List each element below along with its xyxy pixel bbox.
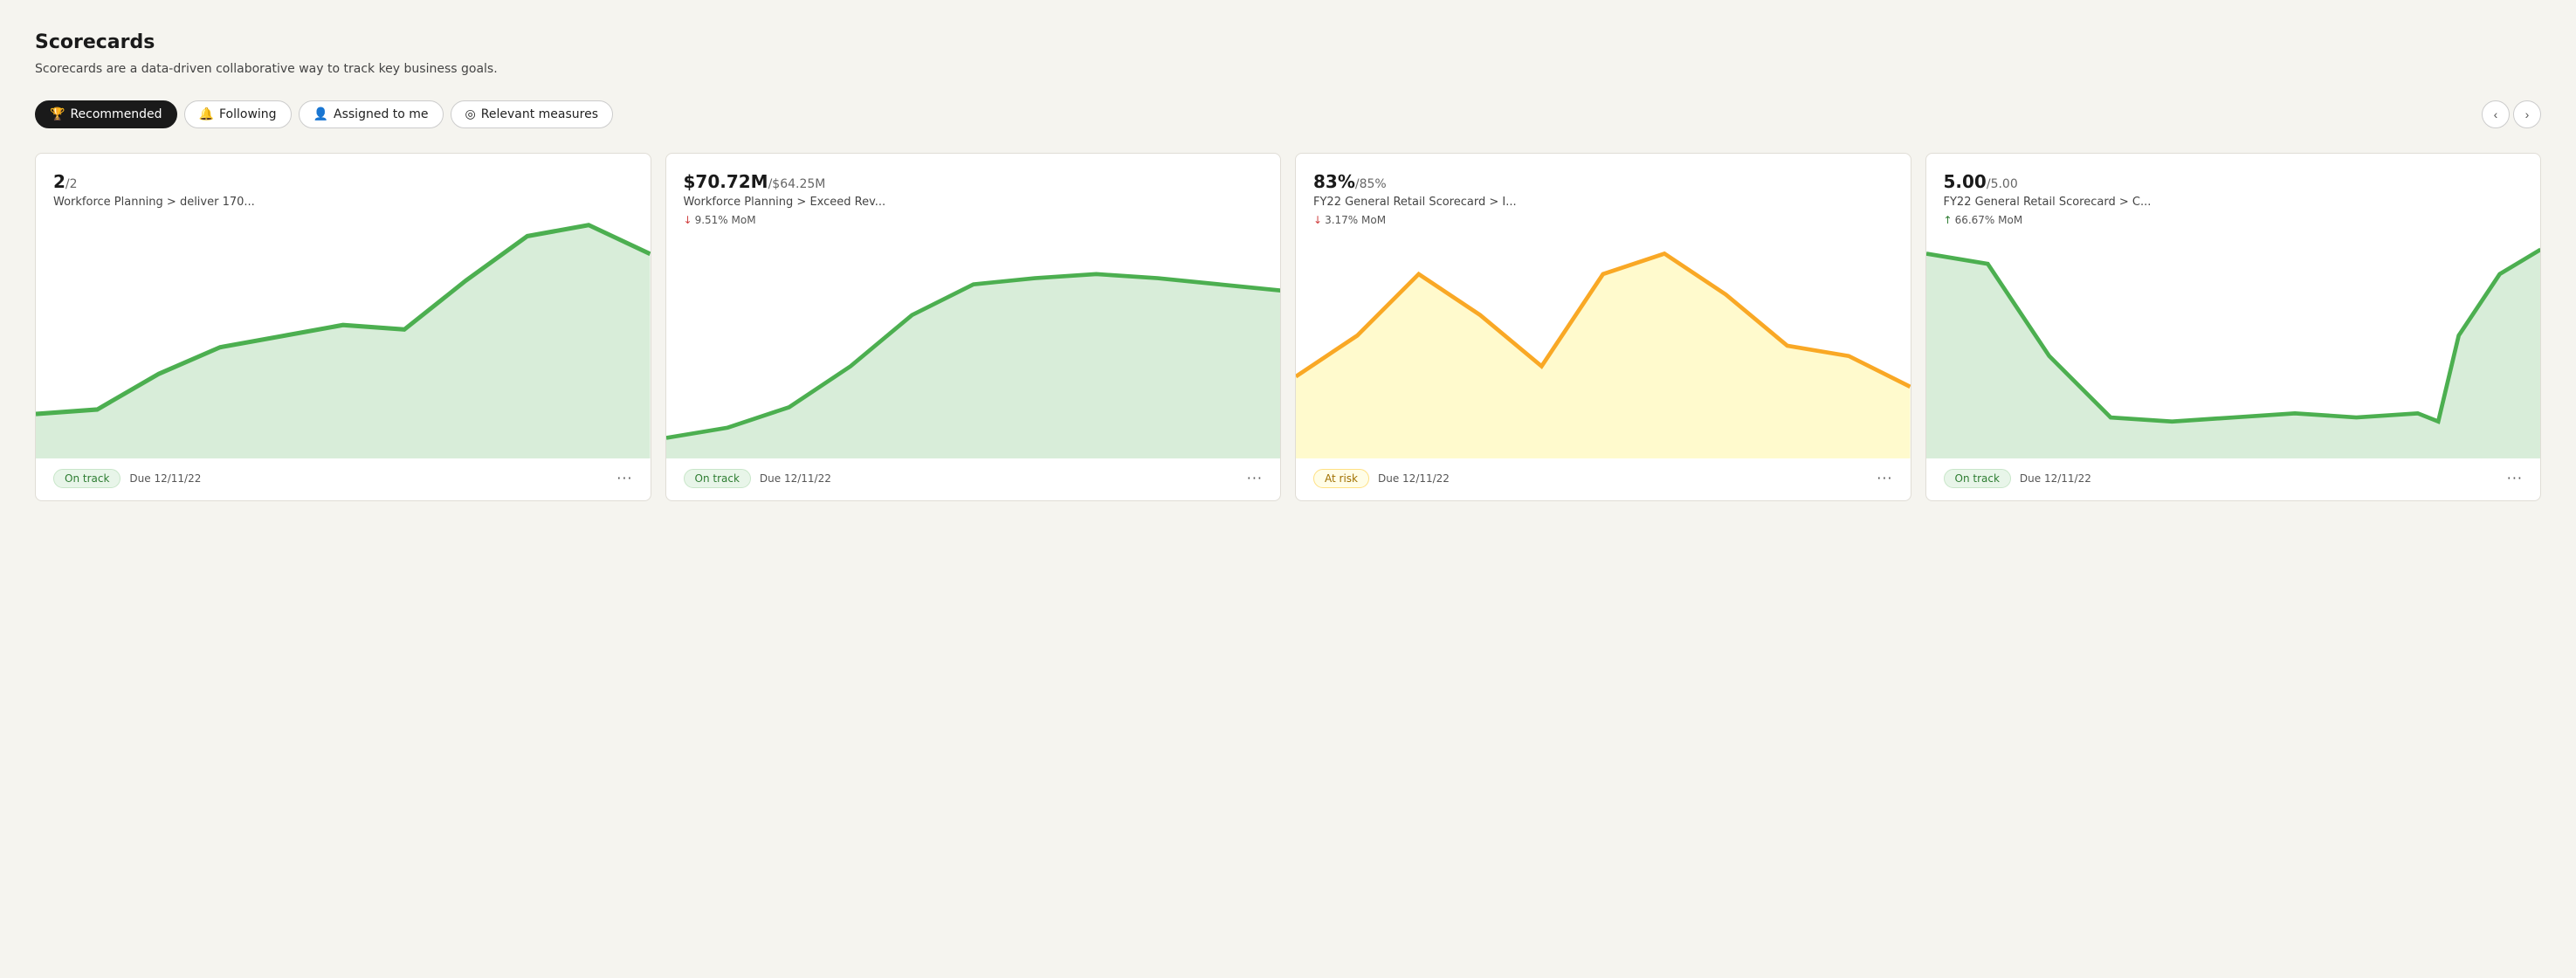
nav-prev-button[interactable]: ‹ [2482, 100, 2510, 128]
card-due-3: Due 12/11/22 [1378, 472, 1450, 485]
card-title-4: FY22 General Retail Scorecard > C... [1944, 196, 2524, 209]
status-badge-2: On track [684, 469, 751, 488]
card-more-button-2[interactable]: ··· [1247, 470, 1263, 486]
card-value-main-3: 83% [1313, 171, 1355, 192]
card-due-2: Due 12/11/22 [760, 472, 831, 485]
tab-recommended[interactable]: 🏆 Recommended [35, 100, 177, 128]
status-badge-3: At risk [1313, 469, 1369, 488]
tab-following[interactable]: 🔔 Following [184, 100, 292, 128]
mom-arrow-down-3: ↓ [1313, 214, 1322, 226]
tab-assigned[interactable]: 👤 Assigned to me [299, 100, 444, 128]
chart-area-2 [666, 233, 1281, 458]
bell-icon: 🔔 [199, 107, 214, 121]
scorecard-2: $70.72M/$64.25M Workforce Planning > Exc… [665, 153, 1282, 501]
person-icon: 👤 [313, 107, 328, 121]
page-title: Scorecards [35, 31, 2541, 53]
page-subtitle: Scorecards are a data-driven collaborati… [35, 62, 2541, 76]
card-value-target-3: /85% [1355, 177, 1387, 191]
nav-next-button[interactable]: › [2513, 100, 2541, 128]
card-title-3: FY22 General Retail Scorecard > I... [1313, 196, 1893, 209]
tab-assigned-label: Assigned to me [334, 107, 429, 121]
card-value-main-1: 2 [53, 171, 65, 192]
scorecard-3: 83%/85% FY22 General Retail Scorecard > … [1295, 153, 1911, 501]
scorecard-4: 5.00/5.00 FY22 General Retail Scorecard … [1925, 153, 2542, 501]
status-badge-4: On track [1944, 469, 2011, 488]
chart-area-1 [36, 214, 651, 458]
tab-recommended-label: Recommended [70, 107, 162, 121]
scorecard-1: 2/2 Workforce Planning > deliver 170... … [35, 153, 651, 501]
card-value-row-1: 2/2 [53, 171, 633, 192]
trophy-icon: 🏆 [50, 107, 65, 121]
card-value-target-1: /2 [65, 177, 78, 191]
mom-value-4: 66.67% MoM [1955, 214, 2023, 226]
card-title-1: Workforce Planning > deliver 170... [53, 196, 633, 209]
card-value-main-2: $70.72M [684, 171, 768, 192]
card-title-2: Workforce Planning > Exceed Rev... [684, 196, 1264, 209]
circle-icon: ◎ [465, 107, 476, 121]
card-more-button-3[interactable]: ··· [1877, 470, 1892, 486]
mom-value-3: 3.17% MoM [1325, 214, 1386, 226]
status-badge-1: On track [53, 469, 121, 488]
card-value-main-4: 5.00 [1944, 171, 1987, 192]
tab-relevant[interactable]: ◎ Relevant measures [451, 100, 613, 128]
chart-area-4 [1926, 233, 2541, 458]
tab-relevant-label: Relevant measures [481, 107, 598, 121]
card-value-row-2: $70.72M/$64.25M [684, 171, 1264, 192]
card-mom-3: ↓ 3.17% MoM [1313, 214, 1893, 226]
card-footer-2: On track Due 12/11/22 ··· [684, 460, 1264, 500]
nav-arrows: ‹ › [2482, 100, 2541, 128]
card-mom-2: ↓ 9.51% MoM [684, 214, 1264, 226]
card-value-target-4: /5.00 [1987, 177, 2018, 191]
card-mom-4: ↑ 66.67% MoM [1944, 214, 2524, 226]
card-due-4: Due 12/11/22 [2020, 472, 2091, 485]
card-value-target-2: /$64.25M [768, 177, 826, 191]
card-due-1: Due 12/11/22 [129, 472, 201, 485]
card-footer-3: At risk Due 12/11/22 ··· [1313, 460, 1893, 500]
card-more-button-1[interactable]: ··· [616, 470, 632, 486]
mom-value-2: 9.51% MoM [695, 214, 756, 226]
card-value-row-4: 5.00/5.00 [1944, 171, 2524, 192]
cards-row: 2/2 Workforce Planning > deliver 170... … [35, 153, 2541, 501]
tab-following-label: Following [219, 107, 277, 121]
card-footer-1: On track Due 12/11/22 ··· [53, 460, 633, 500]
mom-arrow-up-4: ↑ [1944, 214, 1953, 226]
card-value-row-3: 83%/85% [1313, 171, 1893, 192]
mom-arrow-down-2: ↓ [684, 214, 692, 226]
card-more-button-4[interactable]: ··· [2507, 470, 2523, 486]
chart-area-3 [1296, 233, 1911, 458]
card-footer-4: On track Due 12/11/22 ··· [1944, 460, 2524, 500]
tabs-row: 🏆 Recommended 🔔 Following 👤 Assigned to … [35, 100, 2541, 128]
